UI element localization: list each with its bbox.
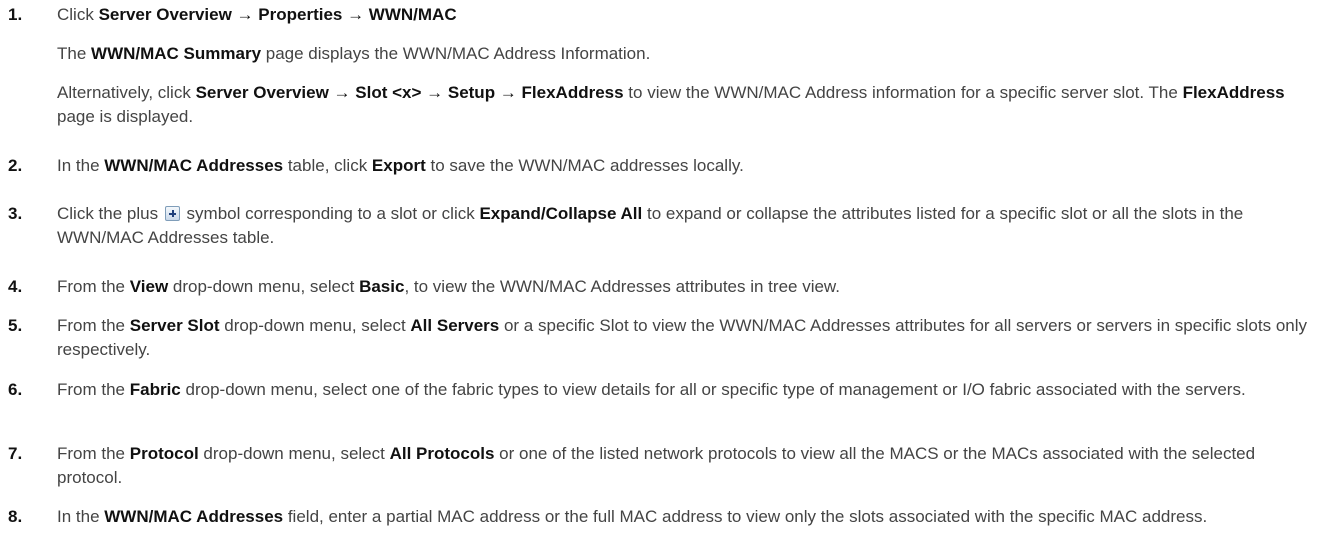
ui-term: View: [129, 277, 169, 296]
step-text: In the WWN/MAC Addresses field, enter a …: [57, 505, 1307, 529]
step-text: From the View drop-down menu, select Bas…: [57, 275, 1307, 299]
ui-term: Basic: [359, 277, 405, 296]
step-text: The WWN/MAC Summary page displays the WW…: [57, 42, 1307, 66]
text-run: In the: [57, 507, 105, 526]
step-number: 7.: [8, 444, 23, 463]
ui-term: Server Overview → Slot <x> → Setup → Fle…: [195, 83, 624, 102]
text-run: Click the plus: [57, 204, 163, 223]
ui-term: Protocol: [129, 444, 199, 463]
step-text: From the Fabric drop-down menu, select o…: [57, 378, 1307, 402]
text-run: drop-down menu, select: [219, 316, 411, 335]
text-run: , to view the WWN/MAC Addresses attribut…: [404, 277, 840, 296]
text-run: drop-down menu, select one of the fabric…: [180, 380, 1246, 399]
ui-term: Fabric: [129, 380, 181, 399]
ui-term: WWN/MAC Addresses: [104, 507, 284, 526]
text-run: to save the WWN/MAC addresses locally.: [425, 156, 744, 175]
text-run: From the: [57, 444, 130, 463]
text-run: to view the WWN/MAC Address information …: [623, 83, 1183, 102]
text-run: Alternatively, click: [57, 83, 196, 102]
text-run: drop-down menu, select: [168, 277, 360, 296]
step-number: 5.: [8, 316, 23, 335]
step-text: Alternatively, click Server Overview → S…: [57, 81, 1307, 129]
text-run: In the: [57, 156, 105, 175]
step-number: 8.: [8, 507, 23, 526]
text-run: From the: [57, 277, 130, 296]
ui-term: WWN/MAC Summary: [91, 44, 262, 63]
step-text: From the Server Slot drop-down menu, sel…: [57, 314, 1307, 362]
ui-term: Expand/Collapse All: [479, 204, 643, 223]
ui-term: Server Slot: [129, 316, 220, 335]
text-run: symbol corresponding to a slot or click: [181, 204, 480, 223]
text-run: From the: [57, 316, 130, 335]
step-text: Click Server Overview → Properties → WWN…: [57, 3, 1307, 27]
ui-term: All Protocols: [389, 444, 495, 463]
text-run: Click: [57, 5, 99, 24]
step-number: 6.: [8, 380, 23, 399]
text-run: field, enter a partial MAC address or th…: [283, 507, 1208, 526]
step-number: 2.: [8, 156, 23, 175]
document: 1. Click Server Overview → Properties → …: [0, 0, 1333, 554]
step-number: 3.: [8, 204, 23, 223]
step-text: Click the plus symbol corresponding to a…: [57, 202, 1307, 250]
step-number: 4.: [8, 277, 23, 296]
ui-term: Export: [371, 156, 426, 175]
text-run: drop-down menu, select: [198, 444, 390, 463]
ui-term: FlexAddress: [1182, 83, 1285, 102]
text-run: page displays the WWN/MAC Address Inform…: [261, 44, 651, 63]
step-text: From the Protocol drop-down menu, select…: [57, 442, 1307, 490]
text-run: The: [57, 44, 92, 63]
ui-term: WWN/MAC Addresses: [104, 156, 284, 175]
plus-icon: [164, 206, 180, 221]
ui-term: All Servers: [410, 316, 500, 335]
ui-term: Server Overview → Properties → WWN/MAC: [98, 5, 457, 24]
text-run: From the: [57, 380, 130, 399]
text-run: page is displayed.: [57, 107, 194, 126]
step-text: In the WWN/MAC Addresses table, click Ex…: [57, 154, 1307, 178]
text-run: table, click: [283, 156, 372, 175]
step-number: 1.: [8, 5, 23, 24]
